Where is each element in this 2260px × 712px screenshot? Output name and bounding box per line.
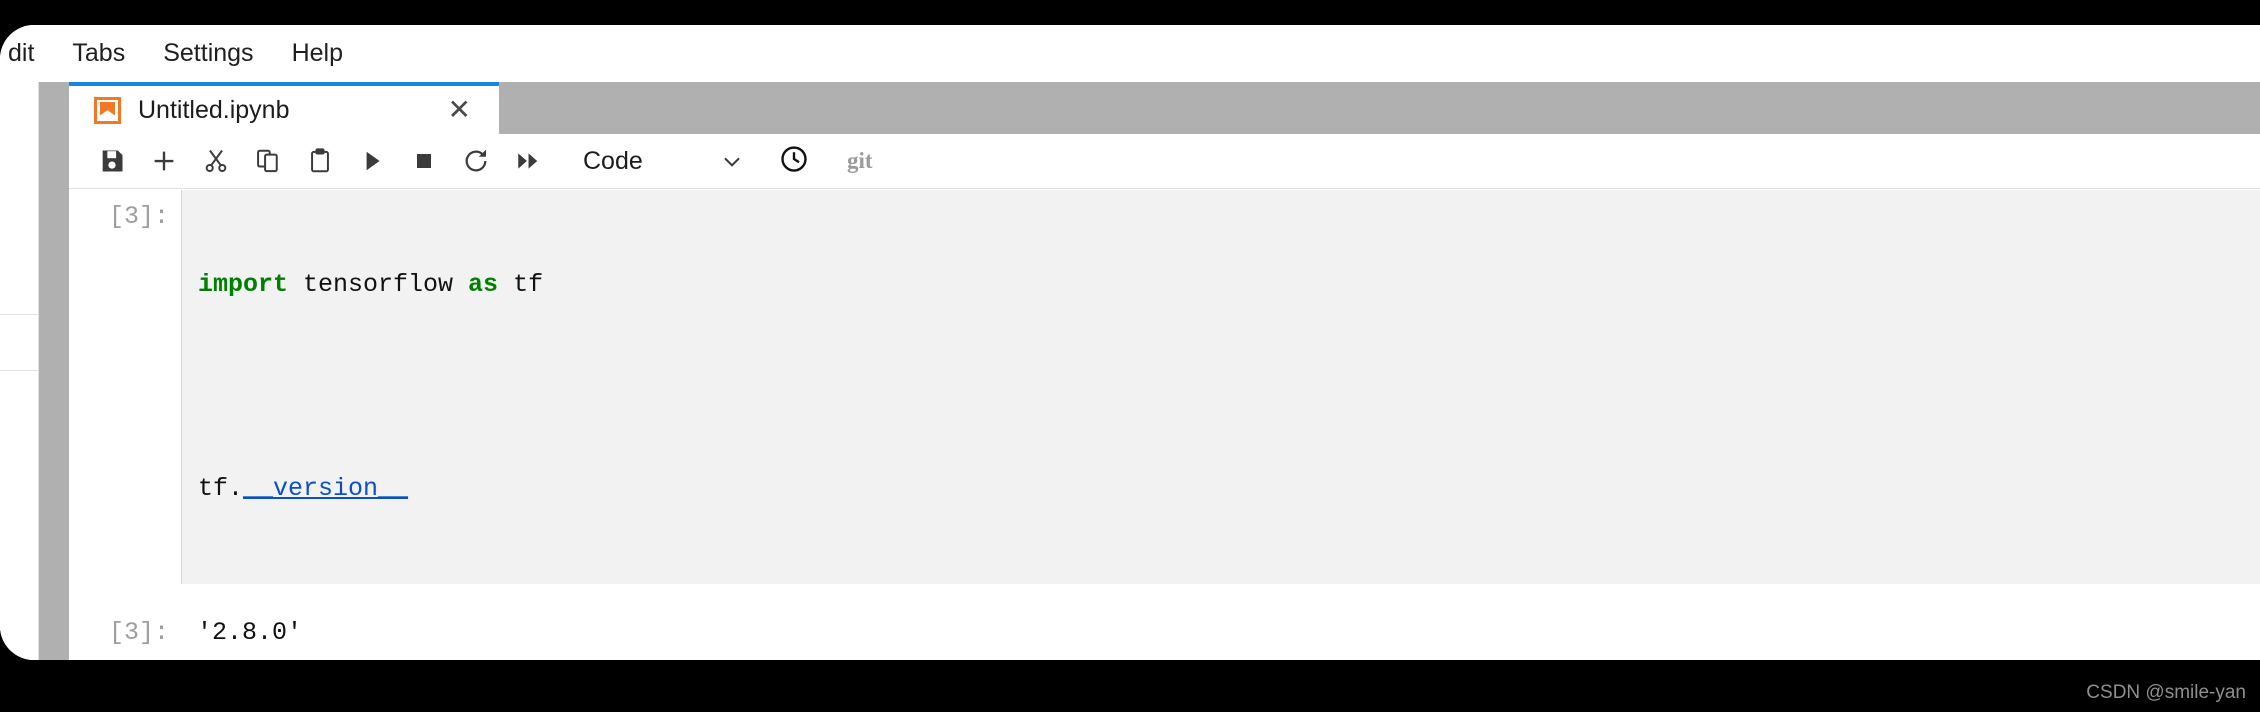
close-icon[interactable]: ✕: [448, 96, 471, 124]
tab-untitled-ipynb[interactable]: Untitled.ipynb ✕: [69, 82, 499, 134]
left-sidebar-rail[interactable]: [0, 82, 39, 660]
copy-cells-button[interactable]: [245, 138, 291, 184]
code-line: tf.__version__: [198, 474, 409, 503]
notebook-icon: [94, 96, 121, 124]
menu-edit[interactable]: dit: [8, 25, 53, 82]
cell-source-3[interactable]: import tensorflow as tf tf.__version__: [181, 190, 2260, 584]
screenshot-root: dit Tabs Settings Help Untitled.ipynb ✕ …: [0, 0, 2260, 712]
notebook-toolbar: Code git: [69, 134, 2260, 189]
paste-icon: [306, 147, 334, 175]
restart-button[interactable]: [453, 138, 499, 184]
save-icon: [98, 147, 126, 175]
menu-help[interactable]: Help: [273, 25, 362, 82]
restart-run-all-button[interactable]: [505, 138, 551, 184]
output-text-3: '2.8.0': [181, 606, 2260, 660]
rail-divider-2: [0, 370, 38, 371]
code-cell-3[interactable]: [3]: import tensorflow as tf tf.__versio…: [69, 190, 2260, 584]
chevron-down-icon[interactable]: [715, 144, 749, 178]
tab-bar: Untitled.ipynb ✕: [69, 82, 2260, 134]
cell-prompt-3: [3]:: [108, 202, 169, 231]
cell-type-select[interactable]: Code: [583, 144, 749, 178]
menu-tabs[interactable]: Tabs: [53, 25, 144, 82]
cut-cells-button[interactable]: [193, 138, 239, 184]
output-prompt-3: [3]:: [108, 618, 169, 647]
copy-icon: [254, 147, 282, 175]
watermark: CSDN @smile-yan: [2086, 682, 2246, 703]
cell-gap: [69, 584, 2260, 606]
scissors-icon: [202, 147, 230, 175]
rail-divider-1: [0, 314, 38, 315]
menu-settings[interactable]: Settings: [144, 25, 272, 82]
stop-button[interactable]: [401, 138, 447, 184]
insert-cell-button[interactable]: [141, 138, 187, 184]
paste-cells-button[interactable]: [297, 138, 343, 184]
stop-square-icon: [412, 149, 436, 173]
save-button[interactable]: [89, 138, 135, 184]
clock-icon: [779, 144, 809, 179]
fast-forward-icon: [515, 148, 541, 174]
code-line: import tensorflow as tf: [198, 270, 544, 299]
work-area: Untitled.ipynb ✕ Code git [3]: import te…: [0, 82, 2260, 660]
play-icon: [359, 148, 385, 174]
git-label[interactable]: git: [847, 148, 873, 174]
kernel-busy-indicator[interactable]: [771, 138, 817, 184]
notebook-panel: Untitled.ipynb ✕ Code git [3]: import te…: [69, 82, 2260, 660]
sidebar-gray-strip: [39, 82, 69, 660]
plus-icon: [149, 146, 179, 176]
restart-circular-arrow-icon: [462, 147, 490, 175]
jupyterlab-window: dit Tabs Settings Help Untitled.ipynb ✕ …: [0, 25, 2260, 660]
notebook-cell-list: [3]: import tensorflow as tf tf.__versio…: [69, 190, 2260, 660]
output-cell-3: [3]: '2.8.0': [69, 606, 2260, 660]
menu-bar: dit Tabs Settings Help: [0, 25, 2260, 82]
run-button[interactable]: [349, 138, 395, 184]
tab-label: Untitled.ipynb: [138, 95, 290, 124]
cell-type-value: Code: [583, 146, 643, 175]
